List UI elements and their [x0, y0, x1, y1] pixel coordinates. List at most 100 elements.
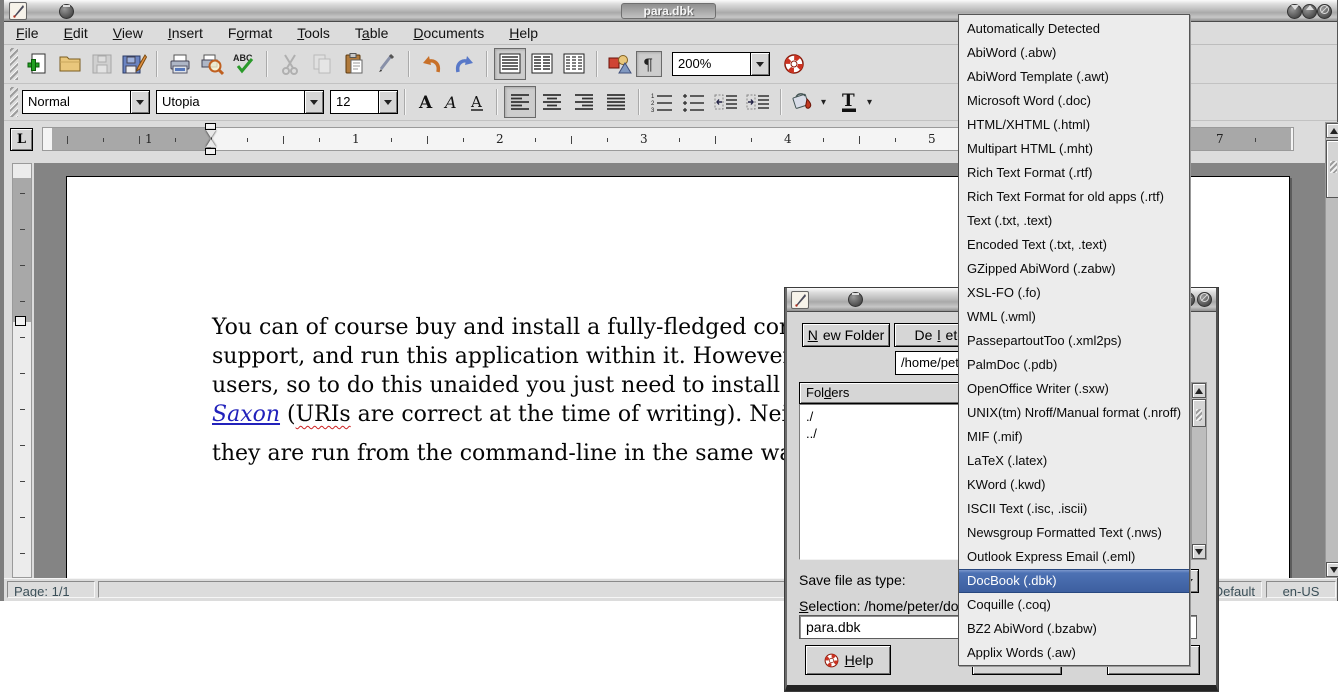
scrollbar-thumb[interactable] [1192, 399, 1206, 427]
text-line[interactable]: they are run from the command-line in th… [212, 439, 825, 468]
format-option[interactable]: BZ2 AbiWord (.bzabw) [959, 617, 1189, 641]
menu-format[interactable]: Format [228, 25, 272, 41]
first-line-indent-handle[interactable] [205, 123, 216, 130]
copy-button[interactable] [306, 48, 338, 80]
menu-tools[interactable]: Tools [297, 25, 330, 41]
style-value[interactable]: Normal [22, 90, 130, 114]
menu-view[interactable]: View [113, 25, 143, 41]
format-option[interactable]: ISCII Text (.isc, .iscii) [959, 497, 1189, 521]
dialog-close-button[interactable] [1197, 292, 1212, 307]
format-option[interactable]: WML (.wml) [959, 305, 1189, 329]
indent-triangle-top[interactable] [206, 130, 216, 138]
vertical-ruler[interactable] [12, 163, 32, 578]
tab-selector-button[interactable]: L [10, 128, 33, 151]
toolbar-grip[interactable] [10, 87, 18, 117]
dialog-help-button[interactable]: Help [805, 645, 891, 675]
menu-help[interactable]: Help [509, 25, 538, 41]
help-button[interactable] [778, 48, 810, 80]
format-option[interactable]: HTML/XHTML (.html) [959, 113, 1189, 137]
cut-button[interactable] [274, 48, 306, 80]
dialog-window-menu-button[interactable] [848, 292, 863, 307]
format-option[interactable]: OpenOffice Writer (.sxw) [959, 377, 1189, 401]
format-option[interactable]: KWord (.kwd) [959, 473, 1189, 497]
underline-button[interactable]: A [464, 89, 490, 115]
format-option-selected[interactable]: DocBook (.dbk) [959, 569, 1189, 593]
increase-indent-button[interactable] [742, 86, 774, 118]
format-option[interactable]: UNIX(tm) Nroff/Manual format (.nroff) [959, 401, 1189, 425]
text-line[interactable]: users, so to do this unaided you just ne… [212, 371, 825, 400]
format-option[interactable]: Rich Text Format (.rtf) [959, 161, 1189, 185]
format-option[interactable]: Coquille (.coq) [959, 593, 1189, 617]
format-option[interactable]: Outlook Express Email (.eml) [959, 545, 1189, 569]
format-option[interactable]: Automatically Detected [959, 17, 1189, 41]
zoom-dropdown-button[interactable] [750, 52, 770, 76]
scroll-up-button[interactable] [1326, 123, 1338, 138]
scroll-down-button[interactable] [1192, 544, 1206, 559]
style-dropdown-button[interactable] [130, 90, 150, 114]
menu-insert[interactable]: Insert [168, 25, 203, 41]
undo-button[interactable] [416, 48, 448, 80]
scroll-down-button[interactable] [1326, 562, 1338, 577]
top-margin-handle[interactable] [15, 316, 26, 326]
scroll-up-button[interactable] [1192, 383, 1206, 398]
toolbar-grip[interactable] [10, 48, 18, 80]
text-line[interactable]: Saxon (URIs are correct at the time of w… [212, 400, 825, 429]
new-folder-button[interactable]: New Folder [802, 323, 890, 347]
menu-documents[interactable]: Documents [413, 25, 484, 41]
decrease-indent-button[interactable] [710, 86, 742, 118]
insert-graphic-button[interactable] [604, 48, 636, 80]
numbered-list-button[interactable]: 123 [646, 86, 678, 118]
view-2-columns-button[interactable] [526, 48, 558, 80]
font-dropdown-button[interactable] [304, 90, 324, 114]
format-option[interactable]: Applix Words (.aw) [959, 641, 1189, 665]
left-indent-handle[interactable] [205, 148, 216, 155]
menu-table[interactable]: Table [355, 25, 388, 41]
format-option[interactable]: Text (.txt, .text) [959, 209, 1189, 233]
files-scrollbar[interactable] [1191, 382, 1207, 560]
align-right-button[interactable] [568, 86, 600, 118]
align-center-button[interactable] [536, 86, 568, 118]
document-text[interactable]: You can of course buy and install a full… [212, 313, 825, 468]
new-document-button[interactable] [22, 48, 54, 80]
stylus-button[interactable] [370, 48, 402, 80]
format-option[interactable]: GZipped AbiWord (.zabw) [959, 257, 1189, 281]
size-value[interactable]: 12 [330, 90, 378, 114]
format-option[interactable]: LaTeX (.latex) [959, 449, 1189, 473]
view-3-columns-button[interactable] [558, 48, 590, 80]
misspelled-word[interactable]: URIs [296, 402, 351, 427]
format-option[interactable]: Multipart HTML (.mht) [959, 137, 1189, 161]
align-left-button[interactable] [504, 86, 536, 118]
show-paragraphs-button[interactable]: ¶ [636, 51, 662, 77]
paste-button[interactable] [338, 48, 370, 80]
scrollbar-thumb[interactable] [1326, 140, 1338, 198]
format-option[interactable]: MIF (.mif) [959, 425, 1189, 449]
format-option[interactable]: AbiWord Template (.awt) [959, 65, 1189, 89]
format-option[interactable]: Rich Text Format for old apps (.rtf) [959, 185, 1189, 209]
redo-button[interactable] [448, 48, 480, 80]
window-menu-button[interactable] [59, 4, 74, 19]
view-1-column-button[interactable] [494, 48, 526, 80]
fill-color-dropdown-button[interactable]: ▾ [821, 97, 826, 108]
zoom-input[interactable]: 200% [672, 52, 750, 76]
font-color-dropdown-button[interactable]: ▾ [867, 97, 872, 108]
format-option[interactable]: XSL-FO (.fo) [959, 281, 1189, 305]
bulleted-list-button[interactable] [678, 86, 710, 118]
format-option[interactable]: Microsoft Word (.doc) [959, 89, 1189, 113]
format-option[interactable]: AbiWord (.abw) [959, 41, 1189, 65]
open-button[interactable] [54, 48, 86, 80]
indent-marker[interactable] [204, 123, 217, 155]
save-button[interactable] [86, 48, 118, 80]
saxon-hyperlink[interactable]: Saxon [212, 402, 280, 427]
font-value[interactable]: Utopia [156, 90, 304, 114]
menu-edit[interactable]: Edit [64, 25, 88, 41]
bold-button[interactable]: A [412, 89, 438, 115]
size-dropdown-button[interactable] [378, 90, 398, 114]
save-as-button[interactable] [118, 48, 150, 80]
text-line[interactable]: You can of course buy and install a full… [212, 313, 825, 342]
format-option[interactable]: Encoded Text (.txt, .text) [959, 233, 1189, 257]
spellcheck-button[interactable]: ABC [228, 48, 260, 80]
shade-window-button[interactable] [1287, 4, 1302, 19]
text-line[interactable]: support, and run this application within… [212, 342, 825, 371]
align-justify-button[interactable] [600, 86, 632, 118]
format-option[interactable]: Newsgroup Formatted Text (.nws) [959, 521, 1189, 545]
